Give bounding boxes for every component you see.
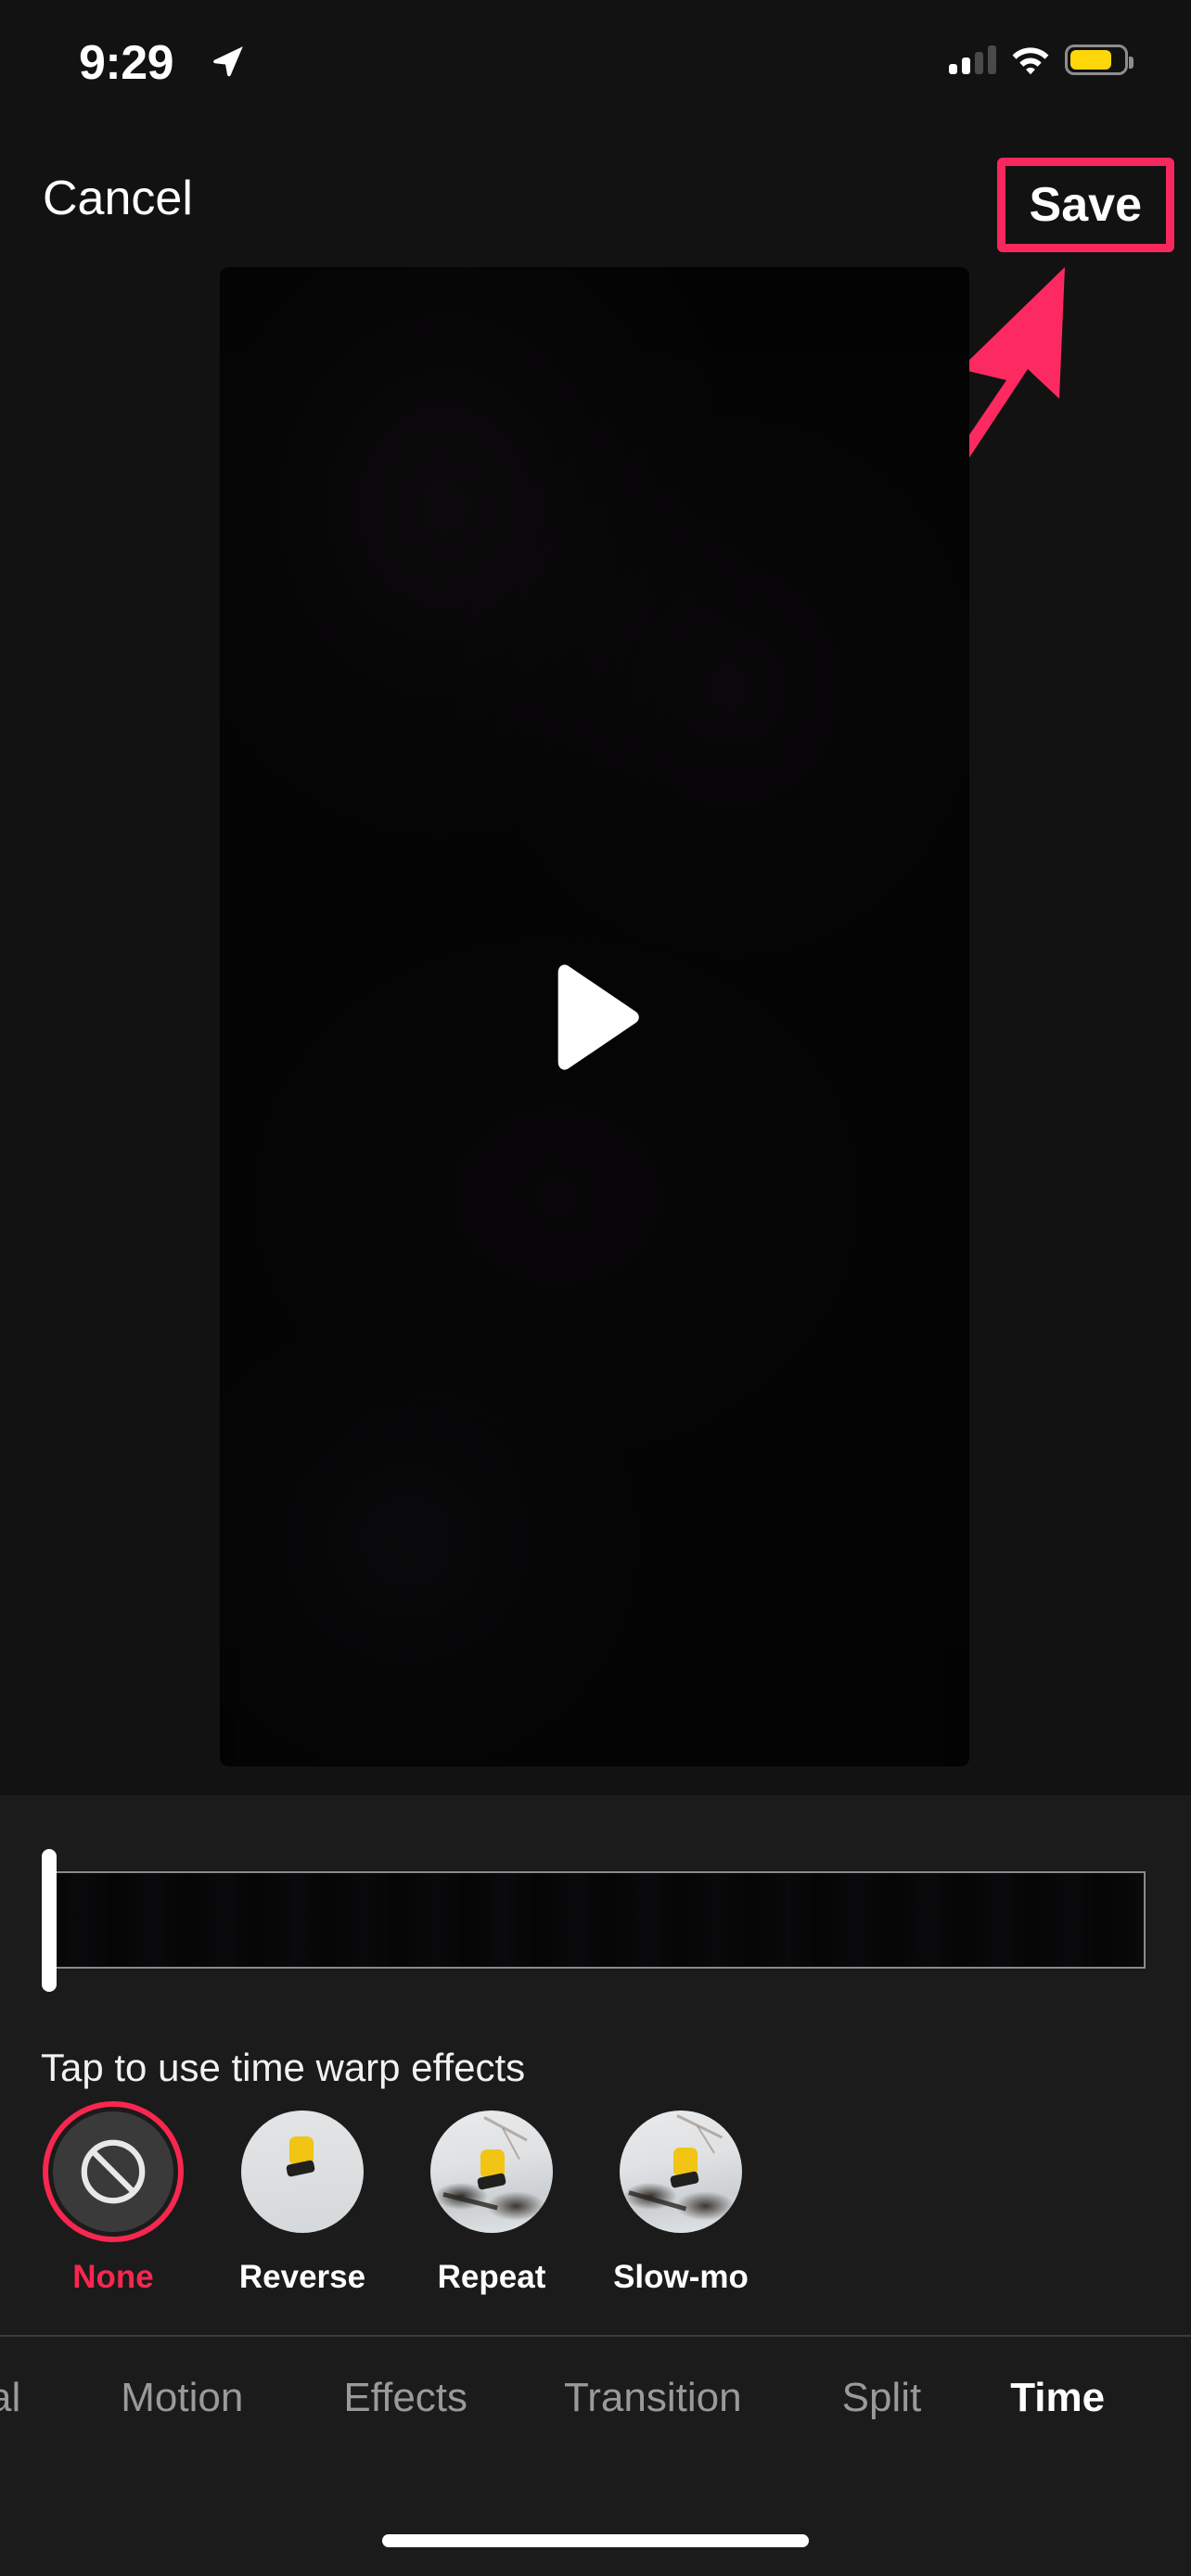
effect-option-slow-mo[interactable]: Slow-mo <box>610 2101 751 2296</box>
effect-thumb-none <box>53 2111 173 2232</box>
effect-option-repeat[interactable]: Repeat <box>421 2101 562 2296</box>
timeline-scrubber[interactable] <box>0 1849 1191 2016</box>
timewarp-hint-text: Tap to use time warp effects <box>41 2046 526 2089</box>
effect-thumb-wrap-none <box>43 2101 184 2242</box>
time-effects-list: None Reverse Repeat Slow-mo <box>0 2101 1191 2315</box>
location-arrow-icon <box>213 45 244 77</box>
tab-split[interactable]: Split <box>842 2375 922 2421</box>
video-editor-screen: 9:29 Cancel Save Tap to use time warp ef… <box>0 0 1191 2576</box>
wifi-icon <box>1012 46 1049 74</box>
effect-thumb-repeat <box>430 2111 553 2233</box>
thumbnail-reverse <box>241 2111 364 2233</box>
no-entry-icon <box>81 2139 146 2204</box>
filmstrip-track[interactable] <box>46 1871 1146 1969</box>
effect-thumb-wrap-repeat <box>421 2101 562 2242</box>
thumbnail-slow-mo <box>620 2111 742 2233</box>
battery-icon <box>1065 45 1133 75</box>
editor-bottom-panel: Tap to use time warp effects None Revers… <box>0 1795 1191 2576</box>
effect-thumb-wrap-reverse <box>232 2101 373 2242</box>
effect-thumb-wrap-slow-mo <box>610 2101 751 2242</box>
effect-label-repeat: Repeat <box>437 2259 546 2295</box>
status-bar-indicators <box>949 45 1133 75</box>
top-navigation-bar: Cancel Save <box>0 158 1191 260</box>
effect-label-reverse: Reverse <box>238 2259 366 2295</box>
effect-option-none[interactable]: None <box>43 2101 184 2296</box>
status-bar: 9:29 <box>0 0 1191 139</box>
tab-time[interactable]: Time <box>1010 2375 1105 2421</box>
tab-bar-divider <box>0 2335 1191 2337</box>
video-preview[interactable] <box>220 267 969 1766</box>
effect-option-reverse[interactable]: Reverse <box>232 2101 373 2296</box>
effect-label-slow-mo: Slow-mo <box>613 2259 749 2295</box>
save-button[interactable]: Save <box>1030 178 1142 232</box>
tab-partial-left[interactable]: al <box>0 2375 20 2421</box>
cancel-button[interactable]: Cancel <box>43 171 193 226</box>
effect-thumb-slow-mo <box>620 2111 742 2233</box>
play-icon[interactable] <box>544 963 646 1072</box>
filmstrip-frames <box>48 1873 1144 1967</box>
playhead-handle[interactable] <box>42 1849 57 1992</box>
cellular-signal-icon <box>949 45 996 74</box>
thumbnail-repeat <box>430 2111 553 2233</box>
effect-label-none: None <box>72 2259 154 2295</box>
tab-effects[interactable]: Effects <box>343 2375 467 2421</box>
home-indicator <box>382 2534 809 2547</box>
status-bar-time: 9:29 <box>79 36 174 90</box>
editor-tab-bar: al Motion Effects Transition Split Time <box>0 2342 1191 2454</box>
effect-thumb-reverse <box>241 2111 364 2233</box>
save-button-highlight: Save <box>996 158 1174 252</box>
tab-transition[interactable]: Transition <box>564 2375 742 2421</box>
tab-motion[interactable]: Motion <box>121 2375 243 2421</box>
